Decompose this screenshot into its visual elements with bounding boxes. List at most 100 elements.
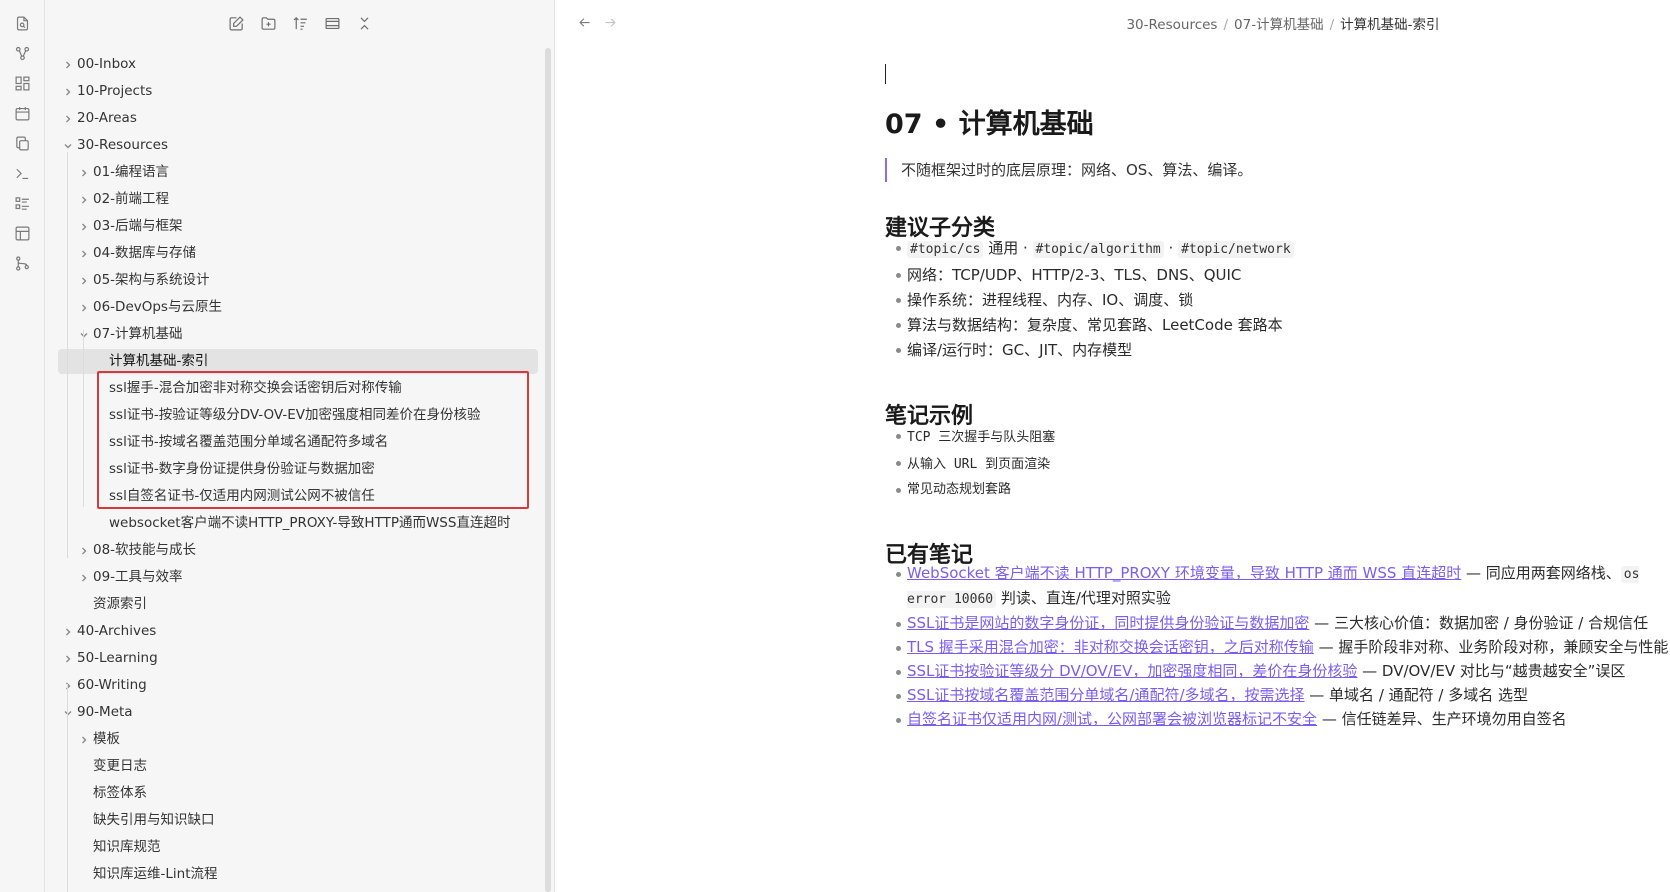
tree-folder[interactable]: 00-Inbox	[45, 51, 554, 78]
collapse-all-icon[interactable]	[355, 14, 373, 32]
chevron-right-icon[interactable]	[77, 564, 91, 591]
tag[interactable]: #topic/cs	[907, 241, 984, 258]
tree-folder[interactable]: 05-架构与系统设计	[45, 267, 554, 294]
chevron-right-icon[interactable]	[61, 105, 75, 132]
git-icon[interactable]	[13, 254, 31, 272]
tree-item-label: ssl握手-混合加密非对称交换会话密钥后对称传输	[109, 380, 402, 396]
tree-item-label: 07-计算机基础	[93, 326, 183, 342]
sidebar-scrollbar[interactable]	[545, 48, 551, 892]
tree-folder[interactable]: 60-Writing	[45, 672, 554, 699]
tree-file[interactable]: 资源索引	[45, 591, 554, 618]
collapse-view-icon[interactable]	[323, 14, 341, 32]
tree-file[interactable]: 知识库运维-Lint流程	[45, 861, 554, 888]
internal-link[interactable]: SSL证书按域名覆盖范围分单域名/通配符/多域名，按需选择	[907, 686, 1305, 704]
tree-guide	[67, 684, 68, 892]
subcategory-list: #topic/cs 通用 · #topic/algorithm · #topic…	[885, 236, 1670, 363]
tree-folder[interactable]: 10-Projects	[45, 78, 554, 105]
new-folder-icon[interactable]	[259, 14, 277, 32]
chevron-right-icon[interactable]	[61, 51, 75, 78]
internal-link[interactable]: TLS 握手采用混合加密：非对称交换会话密钥，之后对称传输	[907, 638, 1314, 656]
internal-link[interactable]: SSL证书按验证等级分 DV/OV/EV，加密强度相同，差价在身份核验	[907, 662, 1357, 680]
chevron-right-icon[interactable]	[61, 672, 75, 699]
chevron-down-icon[interactable]	[61, 132, 75, 159]
list-item: SSL证书是网站的数字身份证，同时提供身份验证与数据加密 — 三大核心价值：数据…	[885, 612, 1670, 636]
chevron-right-icon[interactable]	[61, 78, 75, 105]
tree-item-label: 20-Areas	[77, 110, 137, 126]
list-item: 算法与数据结构：复杂度、常见套路、LeetCode 套路本	[885, 313, 1670, 338]
tree-file[interactable]: 缺失引用与知识缺口	[45, 807, 554, 834]
tree-folder[interactable]: 01-编程语言	[45, 159, 554, 186]
tree-file[interactable]: websocket客户端不读HTTP_PROXY-导致HTTP通而WSS直连超时	[45, 510, 554, 537]
back-arrow-icon[interactable]	[575, 13, 593, 31]
tree-folder[interactable]: 02-前端工程	[45, 186, 554, 213]
list-text: 从输入	[907, 457, 954, 472]
chevron-right-icon[interactable]	[77, 186, 91, 213]
tree-folder[interactable]: 09-工具与效率	[45, 564, 554, 591]
editor-pane: 30-Resources / 07-计算机基础 / 计算机基础-索引 07 • 计算机基…	[556, 0, 1670, 892]
tree-item-label: ssl自签名证书-仅适用内网测试公网不被信任	[109, 488, 375, 504]
sort-icon[interactable]	[291, 14, 309, 32]
chevron-right-icon[interactable]	[61, 618, 75, 645]
internal-link[interactable]: SSL证书是网站的数字身份证，同时提供身份验证与数据加密	[907, 614, 1309, 632]
file-tree: 00-Inbox 10-Projects 20-Areas 30-Resources 0…	[45, 51, 554, 888]
tree-file[interactable]: ssl证书-数字身份证提供身份验证与数据加密	[45, 456, 554, 483]
breadcrumb-item[interactable]: 07-计算机基础	[1234, 17, 1324, 33]
tree-folder[interactable]: 07-计算机基础	[45, 321, 554, 348]
tree-item-label: 10-Projects	[77, 83, 153, 99]
tree-item-label: ssl证书-按验证等级分DV-OV-EV加密强度相同差价在身份核验	[109, 407, 481, 423]
tree-file[interactable]: 标签体系	[45, 780, 554, 807]
tree-file[interactable]: 知识库规范	[45, 834, 554, 861]
layout-icon[interactable]	[13, 224, 31, 242]
chevron-right-icon[interactable]	[77, 213, 91, 240]
chevron-right-icon[interactable]	[77, 159, 91, 186]
tree-folder[interactable]: 08-软技能与成长	[45, 537, 554, 564]
new-note-icon[interactable]	[227, 14, 245, 32]
tree-folder[interactable]: 06-DevOps与云原生	[45, 294, 554, 321]
tree-file[interactable]: ssl证书-按验证等级分DV-OV-EV加密强度相同差价在身份核验	[45, 402, 554, 429]
tag[interactable]: #topic/network	[1178, 241, 1294, 258]
list-text: ·	[1163, 239, 1179, 257]
tree-file[interactable]: ssl自签名证书-仅适用内网测试公网不被信任	[45, 483, 554, 510]
view-header: 30-Resources / 07-计算机基础 / 计算机基础-索引	[556, 0, 1670, 44]
tree-folder[interactable]: 50-Learning	[45, 645, 554, 672]
list-text: — 三大核心价值：数据加密 / 身份验证 / 合规信任	[1309, 613, 1649, 632]
file-explorer: 00-Inbox 10-Projects 20-Areas 30-Resources 0…	[45, 0, 555, 892]
tree-item-label: ssl证书-数字身份证提供身份验证与数据加密	[109, 461, 375, 477]
breadcrumb-current[interactable]: 计算机基础-索引	[1340, 17, 1439, 33]
tree-folder[interactable]: 04-数据库与存储	[45, 240, 554, 267]
tree-file[interactable]: ssl握手-混合加密非对称交换会话密钥后对称传输	[45, 375, 554, 402]
chevron-right-icon[interactable]	[77, 726, 91, 753]
tree-folder[interactable]: 40-Archives	[45, 618, 554, 645]
tree-file[interactable]: 变更日志	[45, 753, 554, 780]
forward-arrow-icon[interactable]	[601, 13, 619, 31]
list-icon[interactable]	[13, 194, 31, 212]
chevron-right-icon[interactable]	[61, 645, 75, 672]
chevron-right-icon[interactable]	[77, 267, 91, 294]
chevron-right-icon[interactable]	[77, 537, 91, 564]
tree-file[interactable]: ssl证书-按域名覆盖范围分单域名通配符多域名	[45, 429, 554, 456]
tree-file[interactable]: 计算机基础-索引	[45, 348, 554, 375]
calendar-icon[interactable]	[13, 104, 31, 122]
list-item: 自签名证书仅适用内网/测试，公网部署会被浏览器标记不安全 — 信任链差异、生产环…	[885, 708, 1670, 732]
chevron-down-icon[interactable]	[61, 699, 75, 726]
tree-item-label: 08-软技能与成长	[93, 542, 197, 558]
tag[interactable]: #topic/algorithm	[1032, 241, 1164, 258]
tree-folder[interactable]: 20-Areas	[45, 105, 554, 132]
graph-view-icon[interactable]	[13, 44, 31, 62]
tree-folder[interactable]: 30-Resources	[45, 132, 554, 159]
tree-item-label: 01-编程语言	[93, 164, 170, 180]
internal-link[interactable]: 自签名证书仅适用内网/测试，公网部署会被浏览器标记不安全	[907, 710, 1317, 728]
canvas-icon[interactable]	[13, 74, 31, 92]
tree-folder[interactable]: 90-Meta	[45, 699, 554, 726]
internal-link[interactable]: WebSocket 客户端不读 HTTP_PROXY 环境变量，导致 HTTP …	[907, 564, 1461, 582]
chevron-right-icon[interactable]	[77, 240, 91, 267]
breadcrumb-item[interactable]: 30-Resources	[1126, 17, 1217, 33]
copy-icon[interactable]	[13, 134, 31, 152]
tree-folder[interactable]: 模板	[45, 726, 554, 753]
chevron-down-icon[interactable]	[77, 321, 91, 348]
terminal-icon[interactable]	[13, 164, 31, 182]
chevron-right-icon[interactable]	[77, 294, 91, 321]
list-item: SSL证书按验证等级分 DV/OV/EV，加密强度相同，差价在身份核验 — DV…	[885, 660, 1670, 684]
open-file-icon[interactable]	[13, 14, 31, 32]
tree-folder[interactable]: 03-后端与框架	[45, 213, 554, 240]
